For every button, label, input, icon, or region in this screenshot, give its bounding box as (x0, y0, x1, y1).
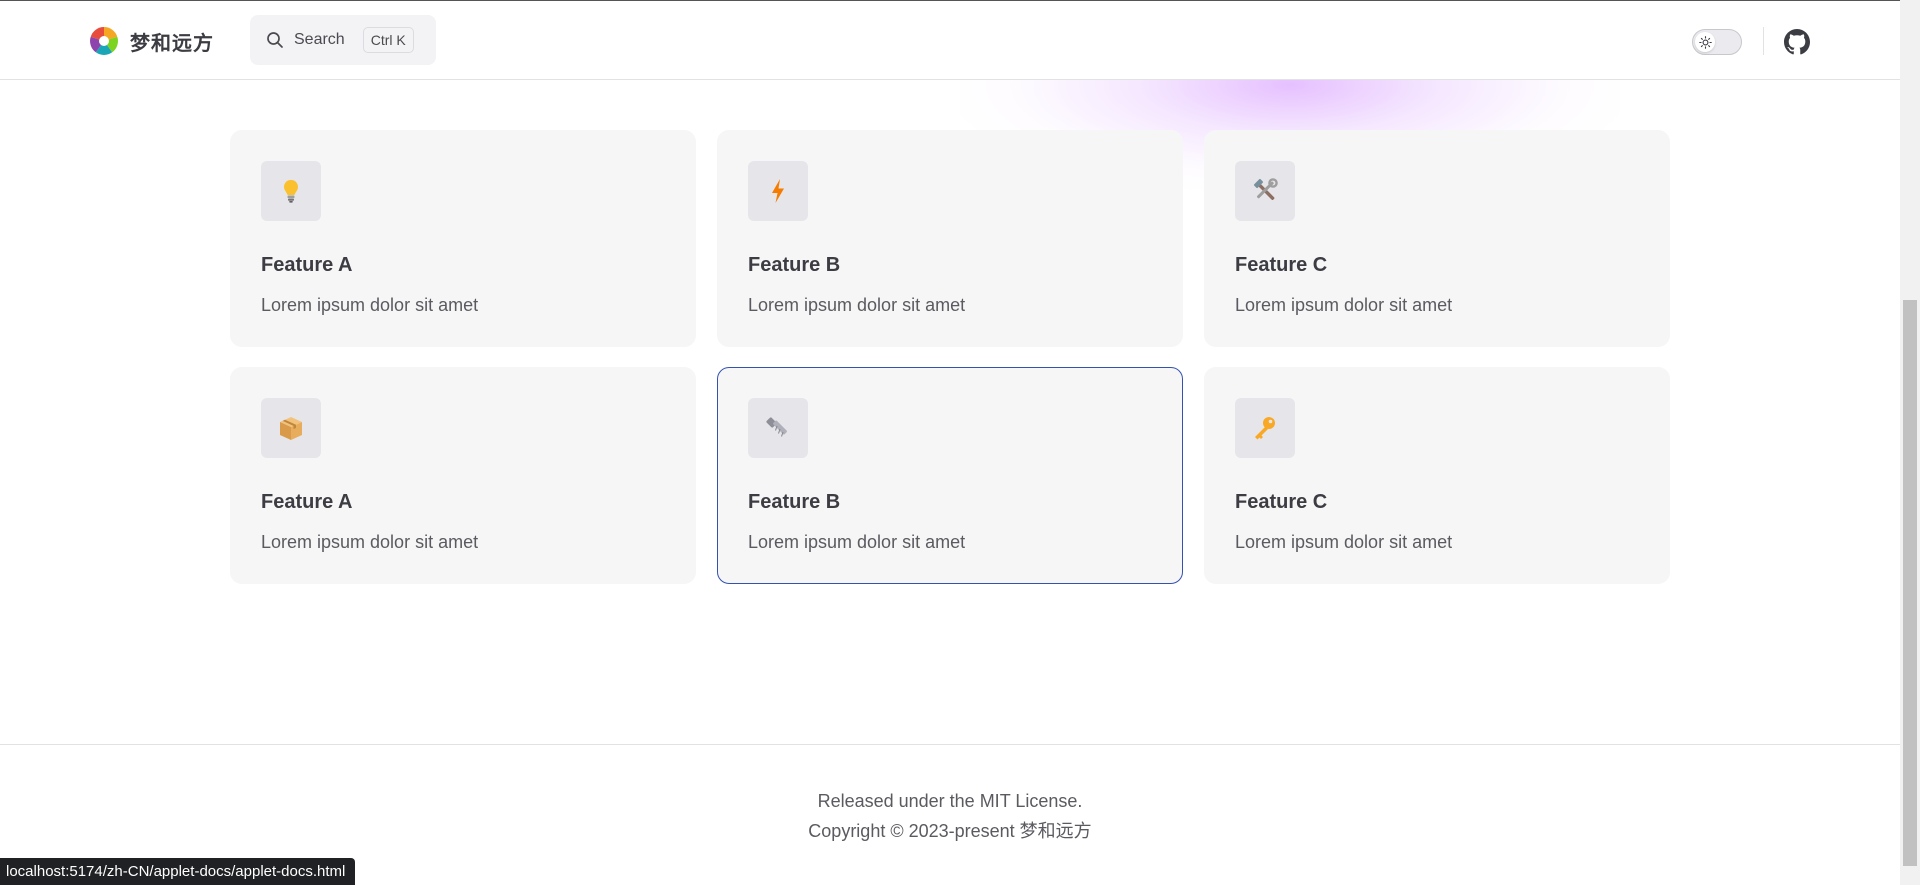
brand-link[interactable]: 梦和远方 (88, 25, 214, 57)
page: 梦和远方 Search Ctrl K Feature A Lorem ipsum… (0, 0, 1920, 885)
feature-card[interactable]: Feature A Lorem ipsum dolor sit amet (230, 130, 696, 347)
feature-icon-box (261, 398, 321, 458)
feature-details: Lorem ipsum dolor sit amet (261, 295, 479, 315)
brand-logo-icon (90, 27, 118, 55)
lightning-icon (772, 179, 784, 203)
search-button[interactable]: Search Ctrl K (250, 15, 436, 65)
github-icon (1784, 29, 1810, 55)
feature-card-active[interactable]: Feature B Lorem ipsum dolor sit amet (717, 367, 1183, 584)
github-link[interactable] (1784, 29, 1810, 55)
theme-toggle[interactable] (1692, 29, 1742, 55)
package-icon (280, 417, 302, 440)
feature-card[interactable]: Feature B Lorem ipsum dolor sit amet (717, 130, 1183, 347)
feature-title: Feature C (1235, 254, 1328, 276)
hammer-wrench-icon (1253, 178, 1278, 200)
feature-details: Lorem ipsum dolor sit amet (1235, 532, 1453, 552)
feature-card[interactable]: Feature A Lorem ipsum dolor sit amet (230, 367, 696, 584)
lightbulb-icon (284, 180, 298, 203)
feature-icon-box (1235, 161, 1295, 221)
feature-title: Feature B (748, 254, 841, 276)
sun-icon (1698, 35, 1712, 49)
feature-title: Feature C (1235, 491, 1328, 513)
key-icon (1255, 417, 1275, 440)
feature-details: Lorem ipsum dolor sit amet (261, 532, 479, 552)
feature-details: Lorem ipsum dolor sit amet (748, 295, 966, 315)
feature-icon-box (261, 161, 321, 221)
page-scrollbar[interactable] (1900, 0, 1920, 885)
feature-details: Lorem ipsum dolor sit amet (748, 532, 966, 552)
feature-card[interactable]: Feature C Lorem ipsum dolor sit amet (1204, 130, 1670, 347)
search-shortcut: Ctrl K (362, 27, 414, 53)
toggle-knob (1695, 32, 1715, 52)
feature-icon-box (1235, 398, 1295, 458)
feature-details: Lorem ipsum dolor sit amet (1235, 295, 1453, 315)
brand-name: 梦和远方 (130, 32, 214, 55)
feature-title: Feature A (261, 491, 353, 513)
footer-message: Released under the MIT License. (817, 791, 1083, 811)
site-header: 梦和远方 Search Ctrl K (0, 1, 1900, 80)
header-divider (1763, 27, 1764, 55)
scrollbar-thumb[interactable] (1903, 300, 1917, 866)
features-grid: Feature A Lorem ipsum dolor sit amet Fea… (230, 130, 1670, 584)
search-icon (267, 32, 283, 48)
feature-title: Feature B (748, 491, 841, 513)
search-label: Search (294, 31, 345, 48)
feature-icon-box (748, 161, 808, 221)
status-bar-url: localhost:5174/zh-CN/applet-docs/applet-… (0, 858, 356, 885)
feature-title: Feature A (261, 254, 353, 276)
feature-card[interactable]: Feature C Lorem ipsum dolor sit amet (1204, 367, 1670, 584)
feature-icon-box (748, 398, 808, 458)
footer-copyright: Copyright © 2023-present 梦和远方 (808, 821, 1092, 841)
bolt-screw-icon (766, 417, 787, 437)
